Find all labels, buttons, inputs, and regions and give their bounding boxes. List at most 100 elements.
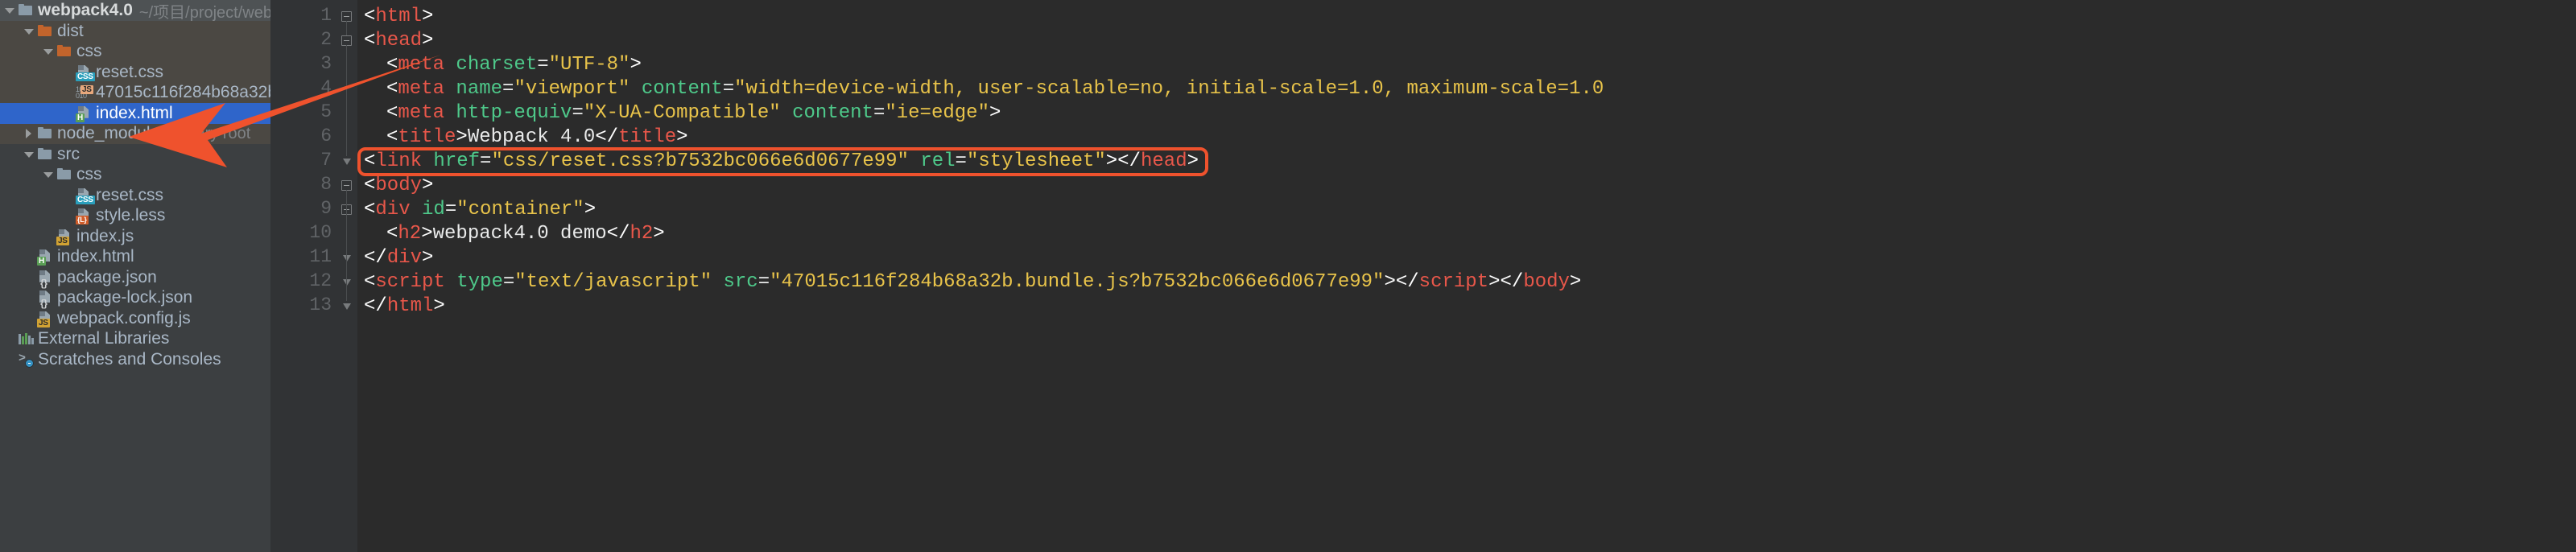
code-token-brk: < — [364, 30, 376, 51]
tree-row-node-modules[interactable]: node_modules library root — [0, 123, 270, 144]
folder-icon — [37, 126, 53, 142]
code-line-12[interactable]: <script type="text/javascript" src="4701… — [364, 270, 1581, 295]
line-number: 5 — [320, 101, 332, 122]
code-token-eq: = — [502, 271, 515, 293]
html-file-icon: H — [37, 249, 53, 266]
folder-icon — [56, 167, 72, 183]
tree-row-reset-css[interactable]: CSS reset.css — [0, 62, 270, 83]
code-token-brk: > — [653, 223, 665, 245]
code-line-10[interactable]: <h2>webpack4.0 demo</h2> — [364, 222, 665, 246]
code-token-attr: content — [641, 78, 723, 100]
tree-row-index-js[interactable]: JS index.js — [0, 226, 270, 247]
editor-code-area[interactable]: <html> <head> <meta charset="UTF-8"> <meta … — [357, 0, 2576, 552]
code-editor[interactable]: 1 2 3 4 5 6 7 8 9 10 11 12 13 <html> <head> <meta char… — [270, 0, 2576, 552]
code-token-attr: charset — [456, 54, 538, 76]
code-token-val: "47015c116f284b68a32b.bundle.js?b7532bc0… — [770, 271, 1385, 293]
code-token-tag: body — [1523, 271, 1570, 293]
scratches-icon — [18, 352, 34, 368]
tree-row-47015c116f284b68a32b-bundle-js[interactable]: 10010JS47015c116f284b68a32b.bundle.js — [0, 82, 270, 103]
tree-row-external-libraries[interactable]: External Libraries — [0, 329, 270, 350]
code-token-brk: < — [364, 6, 376, 27]
editor-gutter[interactable]: 1 2 3 4 5 6 7 8 9 10 11 12 13 — [270, 0, 357, 552]
code-line-7[interactable]: <link href="css/reset.css?b7532bc066e6d0… — [364, 150, 1199, 174]
code-token-brk: < — [386, 126, 398, 148]
fold-marker-icon[interactable] — [341, 159, 352, 165]
code-token-tag: h2 — [630, 223, 654, 245]
project-tree-items: dist css CSS reset.css 10 010 JS 47015c116f284b… — [0, 21, 270, 370]
code-token-txt: Webpack 4.0 — [467, 126, 596, 148]
tree-row-src[interactable]: src — [0, 144, 270, 165]
code-token-attr: type — [456, 271, 503, 293]
fold-marker-icon[interactable] — [341, 303, 352, 310]
chevron-down-icon[interactable] — [42, 168, 55, 181]
code-line-2[interactable]: <head> — [364, 29, 433, 53]
tree-row-reset-css[interactable]: CSS reset.css — [0, 185, 270, 206]
code-token-brk: < — [386, 78, 398, 100]
js-file-icon: JS — [37, 311, 53, 327]
tree-item-label: src — [57, 144, 80, 163]
tree-row-project-root[interactable]: webpack4.0 ~/项目/project/webpack4.0 — [0, 0, 270, 22]
code-line-6[interactable]: <title>Webpack 4.0</title> — [364, 126, 688, 150]
tree-row-webpack-config-js[interactable]: JS webpack.config.js — [0, 308, 270, 329]
libraries-icon — [18, 331, 34, 347]
code-token-brk: > — [989, 102, 1001, 124]
code-token-brk: < — [386, 54, 398, 76]
tree-row-scratches-and-consoles[interactable]: Scratches and Consoles — [0, 349, 270, 370]
code-token-val: "container" — [456, 199, 584, 220]
code-token-attr: href — [433, 150, 481, 172]
code-token-brk: > — [433, 295, 445, 317]
code-line-11[interactable]: </div> — [364, 246, 433, 270]
code-line-5[interactable]: <meta http-equiv="X-UA-Compatible" conte… — [364, 101, 1001, 126]
tree-row-package-json[interactable]: {} package.json — [0, 267, 270, 288]
code-line-1[interactable]: <html> — [364, 5, 433, 29]
code-token-eq: = — [444, 199, 457, 220]
line-number: 8 — [320, 174, 332, 195]
code-line-3[interactable]: <meta charset="UTF-8"> — [364, 53, 642, 77]
code-token-val: "viewport" — [514, 78, 630, 100]
tree-row-css[interactable]: css — [0, 41, 270, 62]
code-line-13[interactable]: </html> — [364, 295, 445, 319]
chevron-down-icon[interactable] — [23, 25, 35, 38]
chevron-right-icon[interactable] — [23, 127, 35, 140]
tree-item-label: External Libraries — [38, 329, 170, 348]
code-token-brk: > — [1187, 150, 1199, 172]
code-line-9[interactable]: <div id="container"> — [364, 198, 596, 222]
tree-item-label: Scratches and Consoles — [38, 349, 221, 369]
code-token-tag: script — [1418, 271, 1489, 293]
code-token-tag: title — [398, 126, 456, 148]
code-token-eq: = — [537, 54, 549, 76]
tree-row-dist[interactable]: dist — [0, 21, 270, 42]
code-token-brk: < — [364, 175, 376, 196]
tree-row-style-less[interactable]: {L} style.less — [0, 206, 270, 227]
code-token-tag: link — [375, 150, 423, 172]
tree-row-css[interactable]: css — [0, 165, 270, 186]
tree-row-index-html[interactable]: Hindex.html — [0, 103, 270, 124]
line-number: 3 — [320, 53, 332, 74]
line-number: 7 — [320, 150, 332, 171]
project-tree-panel[interactable]: webpack4.0 ~/项目/project/webpack4.0 dist c… — [0, 0, 270, 552]
code-token-tag: meta — [398, 102, 445, 124]
code-token-brk: ></ — [1384, 271, 1419, 293]
code-line-8[interactable]: <body> — [364, 174, 433, 198]
code-token-eq: = — [480, 150, 492, 172]
chevron-down-icon[interactable] — [3, 4, 16, 17]
project-root-label: webpack4.0 — [38, 1, 133, 19]
tree-row-index-html[interactable]: Hindex.html — [0, 247, 270, 268]
folder-icon — [18, 2, 34, 19]
code-token-brk: </ — [364, 295, 387, 317]
chevron-down-icon[interactable] — [23, 148, 35, 161]
tree-row-package-lock-json[interactable]: {} package-lock.json — [0, 288, 270, 308]
chevron-down-icon[interactable] — [42, 45, 55, 58]
ide-window: webpack4.0 ~/项目/project/webpack4.0 dist c… — [0, 0, 2576, 552]
code-token-tag: html — [375, 6, 423, 27]
code-line-4[interactable]: <meta name="viewport" content="width=dev… — [364, 77, 1604, 101]
